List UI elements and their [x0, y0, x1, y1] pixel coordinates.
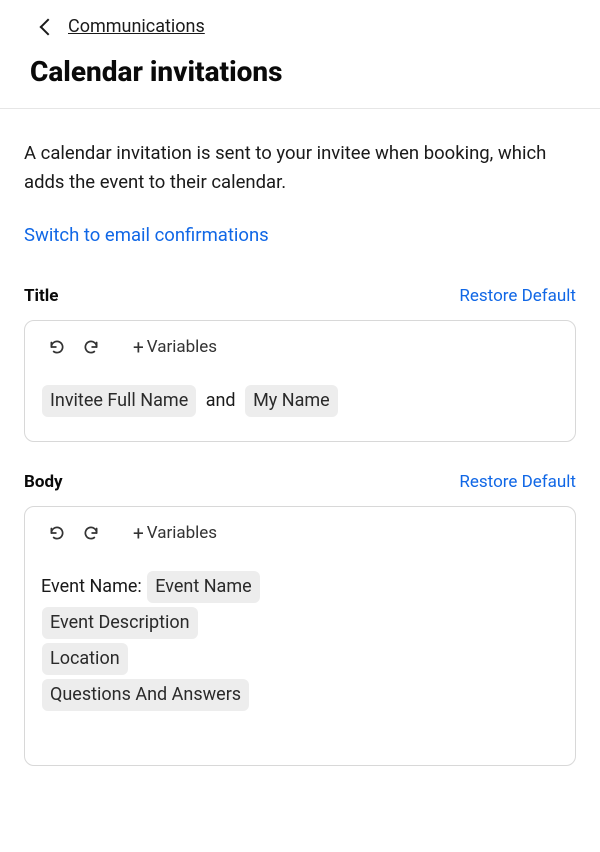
- variable-chip-event-description[interactable]: Event Description: [42, 607, 198, 639]
- title-field-block: Title Restore Default + Variables Invite…: [24, 286, 576, 442]
- variable-chip-my-name[interactable]: My Name: [245, 385, 338, 417]
- redo-icon[interactable]: [79, 335, 103, 359]
- switch-to-email-link[interactable]: Switch to email confirmations: [24, 224, 269, 246]
- variables-button[interactable]: + Variables: [133, 337, 217, 357]
- body-field-block: Body Restore Default + Variables Event N…: [24, 472, 576, 766]
- chevron-left-icon[interactable]: [40, 18, 57, 35]
- variables-label: Variables: [147, 523, 217, 543]
- event-name-prefix: Event Name:: [41, 576, 142, 597]
- undo-icon[interactable]: [45, 521, 69, 545]
- body-restore-link[interactable]: Restore Default: [459, 472, 576, 492]
- plus-icon: +: [133, 524, 144, 543]
- variables-label: Variables: [147, 337, 217, 357]
- page-title: Calendar invitations: [30, 55, 570, 88]
- body-toolbar: + Variables: [41, 521, 559, 545]
- undo-icon[interactable]: [45, 335, 69, 359]
- and-text: and: [206, 390, 236, 411]
- body-label: Body: [24, 472, 63, 492]
- title-editor-content[interactable]: Invitee Full Name and My Name: [41, 383, 559, 419]
- title-label: Title: [24, 286, 58, 306]
- breadcrumb-link[interactable]: Communications: [68, 16, 205, 37]
- variable-chip-location[interactable]: Location: [42, 643, 128, 675]
- body-editor-content[interactable]: Event Name: Event Name Event Description…: [41, 569, 559, 713]
- title-toolbar: + Variables: [41, 335, 559, 359]
- title-editor[interactable]: + Variables Invitee Full Name and My Nam…: [24, 320, 576, 442]
- title-restore-link[interactable]: Restore Default: [459, 286, 576, 306]
- description-text: A calendar invitation is sent to your in…: [24, 139, 576, 196]
- variable-chip-event-name[interactable]: Event Name: [147, 571, 259, 603]
- variable-chip-qna[interactable]: Questions And Answers: [42, 679, 249, 711]
- breadcrumb: Communications: [30, 16, 570, 37]
- variables-button[interactable]: + Variables: [133, 523, 217, 543]
- plus-icon: +: [133, 338, 144, 357]
- redo-icon[interactable]: [79, 521, 103, 545]
- body-editor[interactable]: + Variables Event Name: Event Name Event…: [24, 506, 576, 766]
- variable-chip-invitee-full-name[interactable]: Invitee Full Name: [42, 385, 196, 417]
